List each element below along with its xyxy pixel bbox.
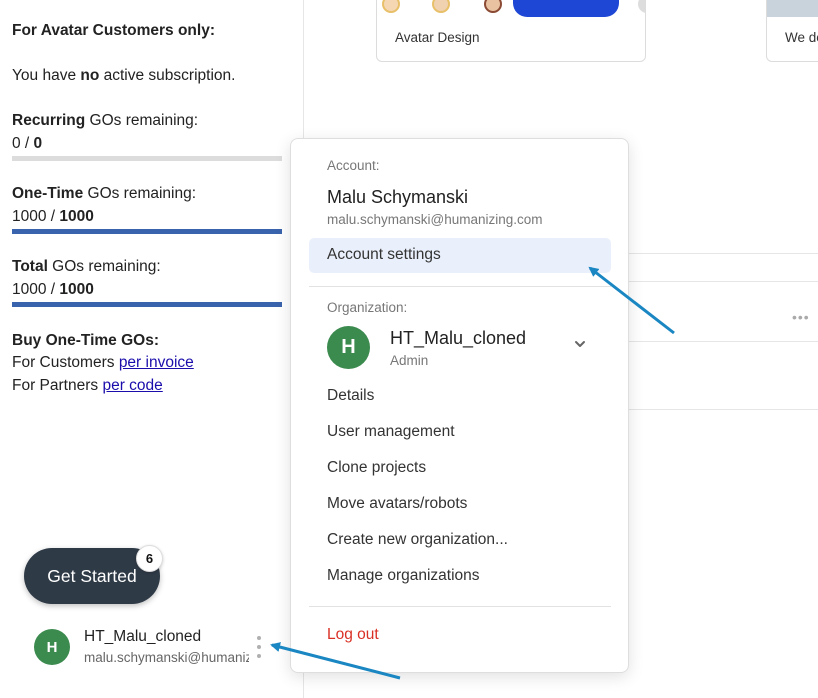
second-card[interactable]: We de — [766, 0, 818, 62]
per-code-link[interactable]: per code — [102, 377, 162, 394]
org-avatar: H — [327, 326, 370, 369]
get-started-count-badge: 6 — [136, 545, 163, 572]
menu-item-manage-organizations[interactable]: Manage organizations — [327, 567, 480, 585]
organization-section-header: Organization: — [327, 300, 408, 315]
logout-item[interactable]: Log out — [327, 626, 379, 644]
chevron-down-icon[interactable] — [573, 337, 587, 351]
card-label: Avatar Design — [395, 30, 480, 45]
org-role: Admin — [390, 353, 429, 368]
account-user-email: malu.schymanski@humanizing.com — [327, 212, 543, 227]
one-time-gos-label: One-Time GOs remaining: — [12, 185, 197, 202]
total-gos-fill — [12, 302, 282, 307]
menu-item-move-avatars[interactable]: Move avatars/robots — [327, 495, 467, 513]
more-horizontal-icon[interactable]: ••• — [792, 309, 810, 325]
account-section-header: Account: — [327, 158, 380, 173]
one-time-gos-value: 1000 / 1000 — [12, 208, 94, 225]
menu-item-clone-projects[interactable]: Clone projects — [327, 459, 426, 477]
avatar-thumbnails — [377, 0, 645, 17]
user-avatar[interactable]: H — [34, 629, 70, 665]
subscription-status: You have no active subscription. — [12, 67, 236, 84]
recurring-gos-progress — [12, 156, 282, 161]
buy-customers-line: For Customers per invoice — [12, 354, 194, 371]
sidebar: For Avatar Customers only: You have no a… — [0, 0, 304, 698]
one-time-gos-fill — [12, 229, 282, 234]
per-invoice-link[interactable]: per invoice — [119, 354, 194, 371]
total-gos-label: Total GOs remaining: — [12, 258, 161, 275]
menu-divider — [309, 286, 611, 287]
menu-item-create-organization[interactable]: Create new organization... — [327, 531, 508, 549]
org-name: HT_Malu_cloned — [390, 328, 527, 348]
one-time-gos-progress — [12, 229, 282, 234]
menu-divider — [309, 606, 611, 607]
avatar-customers-heading: For Avatar Customers only: — [12, 22, 215, 39]
buy-gos-heading: Buy One-Time GOs: — [12, 332, 159, 349]
menu-item-details[interactable]: Details — [327, 387, 374, 405]
account-user-name: Malu Schymanski — [327, 187, 469, 207]
buy-partners-line: For Partners per code — [12, 377, 163, 394]
user-email: malu.schymanski@humanizing.com — [84, 650, 249, 665]
card-label: We de — [785, 30, 818, 45]
total-gos-value: 1000 / 1000 — [12, 281, 94, 298]
card-thumbnail — [767, 0, 818, 17]
account-settings-item[interactable]: Account settings — [327, 246, 441, 264]
total-gos-progress — [12, 302, 282, 307]
account-menu: Account: Malu Schymanski malu.schymanski… — [290, 138, 629, 673]
user-org-name: HT_Malu_cloned — [84, 628, 202, 645]
recurring-gos-label: Recurring GOs remaining: — [12, 112, 199, 129]
avatar-design-card[interactable]: Avatar Design — [376, 0, 646, 62]
kebab-menu-icon[interactable] — [254, 636, 264, 658]
menu-item-user-management[interactable]: User management — [327, 423, 455, 441]
recurring-gos-value: 0 / 0 — [12, 135, 43, 152]
